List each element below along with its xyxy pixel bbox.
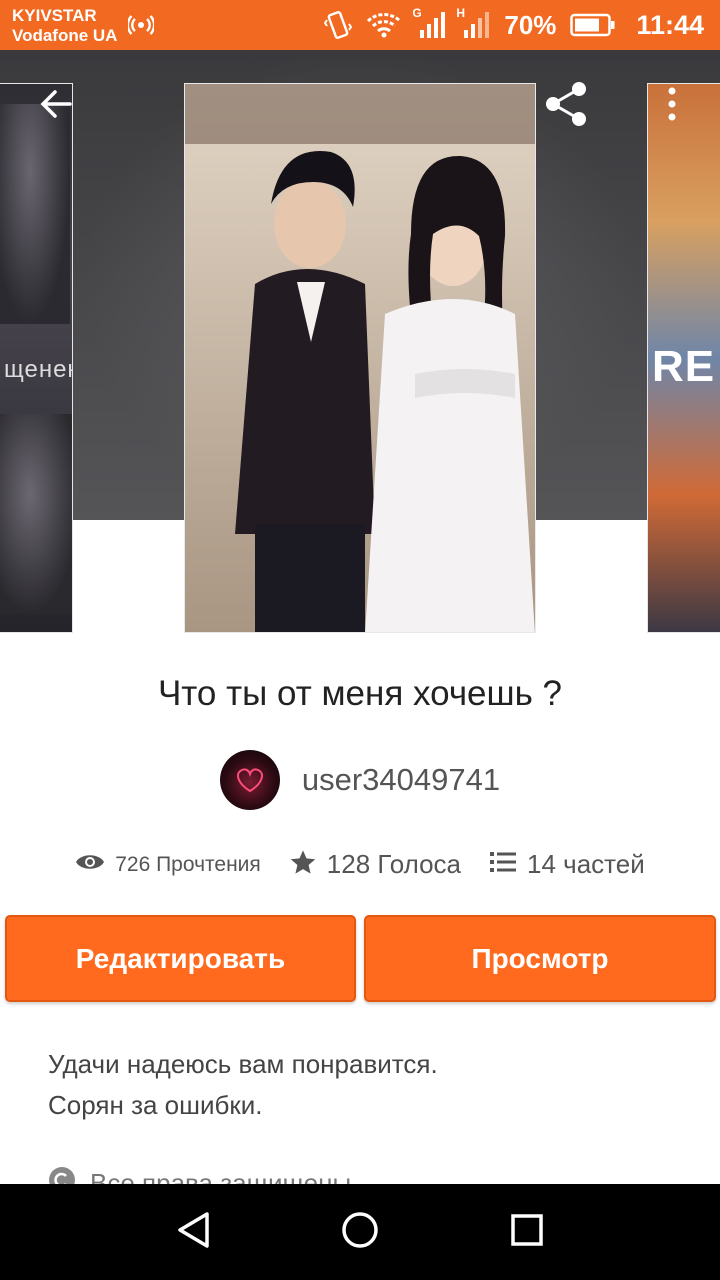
reads-stat: 726 Прочтения: [75, 851, 261, 878]
eye-icon: [75, 851, 105, 878]
back-button[interactable]: [28, 78, 84, 134]
share-icon: [541, 79, 591, 134]
description-line: Удачи надеюсь вам понравится.: [48, 1049, 438, 1079]
view-button[interactable]: Просмотр: [364, 915, 716, 1002]
avatar[interactable]: [219, 750, 280, 810]
cover-previous[interactable]: щенен: [0, 83, 73, 633]
carrier-2: Vodafone UA: [12, 26, 118, 45]
reads-count: 726 Прочтения: [115, 852, 261, 876]
home-circle-icon: [340, 1210, 380, 1255]
recents-square-icon: [509, 1212, 545, 1253]
votes-count: 128 Голоса: [326, 849, 462, 879]
clock: 11:44: [636, 9, 704, 40]
carrier-1: KYIVSTAR: [12, 6, 97, 25]
battery-percent: 70%: [504, 9, 557, 40]
signal-icon-2: H: [456, 6, 490, 40]
hotspot-icon: [126, 12, 156, 43]
cover-next-text: RE: [652, 342, 716, 391]
status-bar: KYIVSTAR Vodafone UA G H 70% 11:44: [0, 0, 720, 50]
cover-illustration: [185, 84, 535, 632]
signal-icon-1: G: [412, 6, 446, 40]
nav-recents-button[interactable]: [497, 1202, 557, 1262]
edit-button[interactable]: Редактировать: [5, 915, 356, 1002]
battery-icon: [570, 13, 616, 37]
more-vert-icon: [666, 86, 678, 127]
author-name[interactable]: user34049741: [302, 762, 500, 798]
story-stats: 726 Прочтения 128 Голоса 14 частей: [0, 848, 720, 881]
parts-stat: 14 частей: [489, 849, 645, 880]
share-button[interactable]: [538, 78, 594, 134]
cover-figure: [0, 414, 72, 614]
cover-next[interactable]: RE: [647, 83, 720, 633]
list-icon: [489, 850, 517, 879]
cover-figure: [0, 104, 70, 324]
back-arrow-icon: [38, 86, 74, 127]
carrier-info: KYIVSTAR Vodafone UA: [12, 6, 117, 46]
story-description: Удачи надеюсь вам понравится. Сорян за о…: [48, 1044, 688, 1126]
parts-count: 14 частей: [527, 849, 645, 879]
network-type-1: G: [412, 6, 422, 20]
network-type-2: H: [456, 6, 466, 20]
navigation-bar: [0, 1184, 720, 1280]
votes-stat: 128 Голоса: [289, 848, 461, 881]
description-line: Сорян за ошибки.: [48, 1090, 263, 1120]
nav-back-button[interactable]: [163, 1202, 223, 1262]
more-options-button[interactable]: [644, 78, 700, 134]
star-icon: [289, 848, 317, 881]
back-triangle-icon: [175, 1210, 211, 1255]
cover-current[interactable]: [184, 83, 536, 633]
nav-home-button[interactable]: [330, 1202, 390, 1262]
wifi-icon: [366, 12, 402, 38]
cover-previous-text: щенен: [4, 356, 72, 383]
vibrate-icon: [324, 10, 353, 40]
story-title: Что ты от меня хочешь ?: [157, 674, 563, 713]
author-row[interactable]: user34049741: [0, 750, 720, 810]
